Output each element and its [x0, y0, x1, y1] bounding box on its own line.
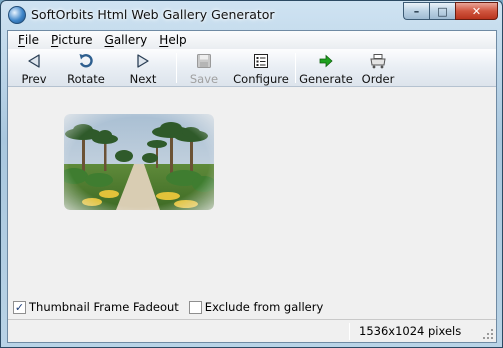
title-bar[interactable]: SoftOrbits Html Web Gallery Generator – …	[1, 1, 502, 30]
order-label: Order	[361, 72, 395, 86]
rotate-label: Rotate	[67, 72, 105, 86]
prev-label: Prev	[21, 72, 47, 86]
menu-gallery[interactable]: Gallery	[99, 33, 154, 47]
menu-file[interactable]: File	[12, 33, 45, 47]
thumbnail-fadeout-label: Thumbnail Frame Fadeout	[29, 300, 179, 314]
menu-file-label: ile	[24, 33, 39, 47]
menu-picture-label: icture	[58, 33, 93, 47]
thumbnail-fadeout-option[interactable]: ✓ Thumbnail Frame Fadeout	[13, 300, 179, 314]
resize-grip-icon[interactable]	[482, 328, 494, 340]
menu-gallery-label: allery	[113, 33, 148, 47]
app-logo-icon	[8, 6, 26, 24]
image-dimensions-status: 1536x1024 pixels	[359, 324, 462, 338]
configure-label: Configure	[233, 72, 289, 86]
floppy-disk-icon	[195, 52, 213, 70]
save-button[interactable]: Save	[177, 49, 231, 87]
menu-help-accel: H	[159, 33, 169, 47]
exclude-from-gallery-label: Exclude from gallery	[204, 300, 324, 314]
menu-bar: File Picture Gallery Help	[8, 31, 496, 49]
window-title: SoftOrbits Html Web Gallery Generator	[31, 7, 275, 22]
configure-button[interactable]: Configure	[231, 49, 291, 87]
thumbnail-image[interactable]	[64, 114, 214, 210]
prev-button[interactable]: Prev	[12, 49, 56, 87]
green-arrow-icon	[317, 52, 335, 70]
save-label: Save	[189, 72, 219, 86]
menu-picture[interactable]: Picture	[45, 33, 99, 47]
menu-gallery-accel: G	[104, 33, 114, 47]
generate-label: Generate	[299, 72, 353, 86]
next-label: Next	[129, 72, 157, 86]
rotate-icon	[77, 52, 95, 70]
client-area: File Picture Gallery Help Prev Rotate Ne…	[7, 30, 497, 343]
triangle-right-icon	[134, 52, 152, 70]
menu-help[interactable]: Help	[153, 33, 192, 47]
options-bar: ✓ Thumbnail Frame Fadeout Exclude from g…	[8, 295, 496, 319]
window-controls: – □ ✕	[403, 2, 498, 20]
exclude-from-gallery-checkbox[interactable]	[188, 300, 202, 314]
rotate-button[interactable]: Rotate	[56, 49, 116, 87]
close-button[interactable]: ✕	[455, 2, 498, 20]
printer-cart-icon	[369, 52, 387, 70]
next-button[interactable]: Next	[116, 49, 170, 87]
close-icon: ✕	[471, 4, 482, 18]
minimize-icon: –	[413, 4, 420, 18]
list-settings-icon	[252, 52, 270, 70]
maximize-icon: □	[437, 4, 448, 18]
order-button[interactable]: Order	[356, 49, 400, 87]
toolbar: Prev Rotate Next Save Configure Generate…	[8, 49, 496, 87]
minimize-button[interactable]: –	[403, 2, 429, 20]
status-separator	[349, 323, 350, 340]
app-window: SoftOrbits Html Web Gallery Generator – …	[0, 0, 503, 348]
triangle-left-icon	[25, 52, 43, 70]
maximize-button[interactable]: □	[429, 2, 455, 20]
generate-button[interactable]: Generate	[296, 49, 356, 87]
menu-help-label: elp	[168, 33, 187, 47]
menu-picture-accel: P	[50, 33, 59, 47]
menu-file-accel: F	[18, 33, 25, 47]
image-preview-area[interactable]	[8, 88, 496, 295]
status-bar: 1536x1024 pixels	[8, 319, 496, 342]
checkmark-icon: ✓	[14, 300, 25, 314]
exclude-from-gallery-option[interactable]: Exclude from gallery	[188, 300, 324, 314]
thumbnail-fadeout-checkbox[interactable]: ✓	[13, 300, 26, 314]
